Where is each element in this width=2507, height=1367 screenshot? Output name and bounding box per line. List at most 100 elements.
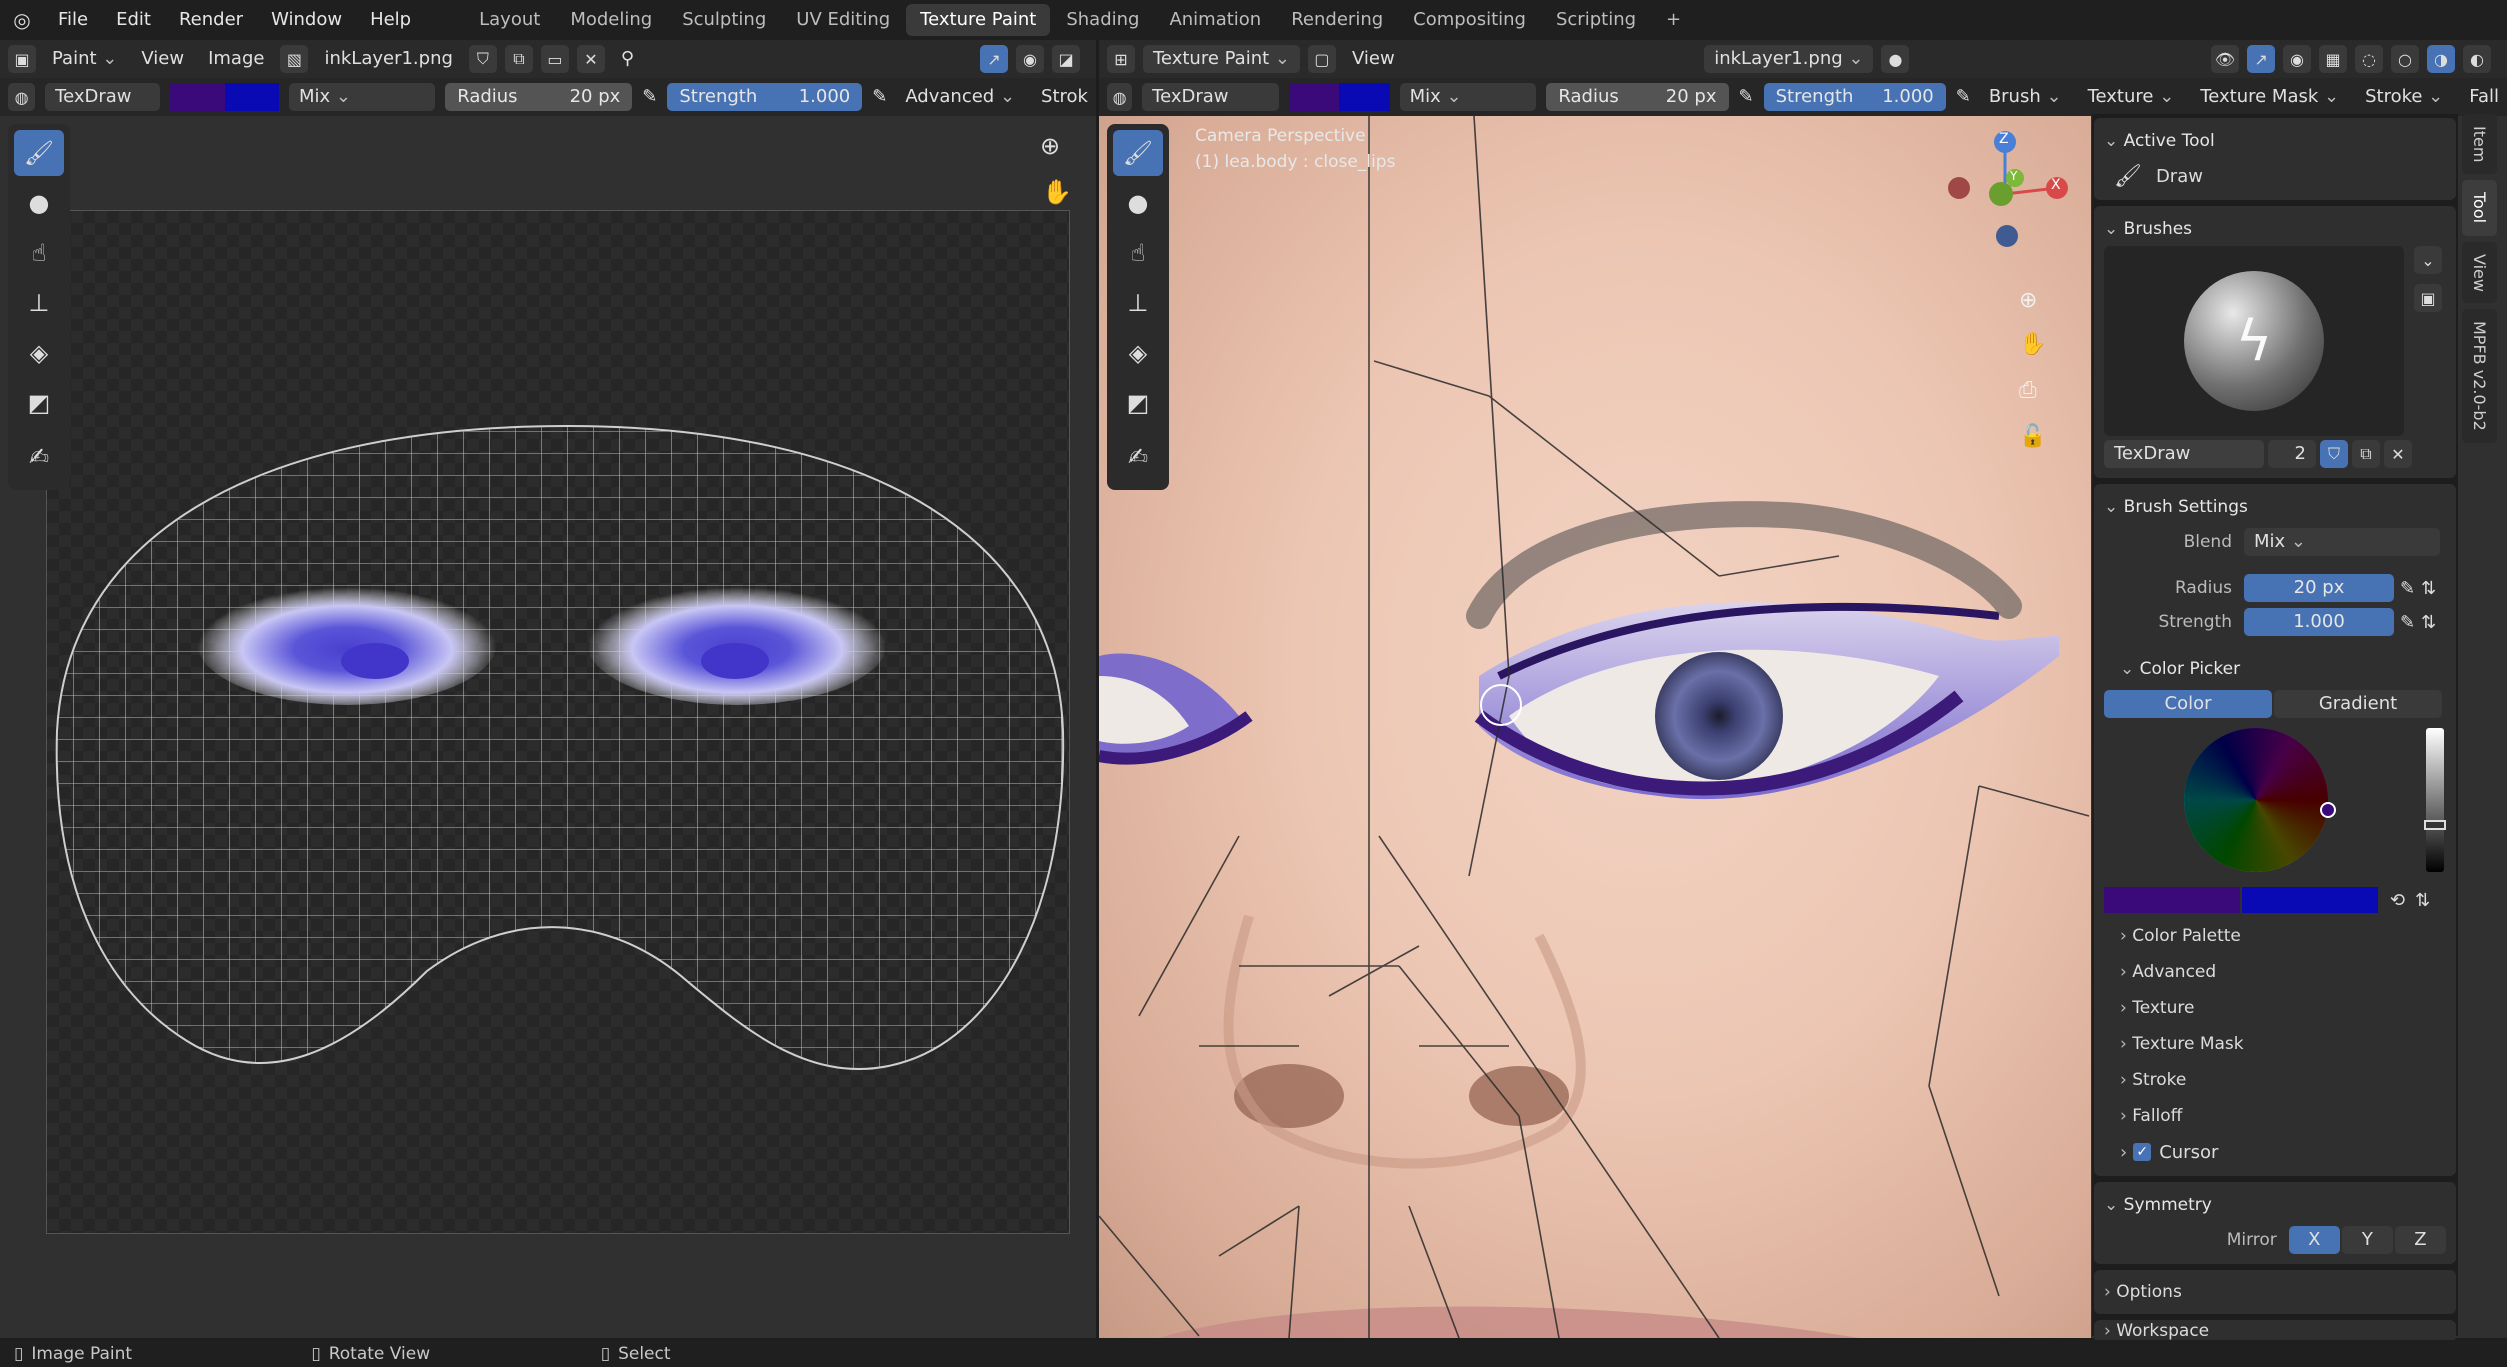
vp-radius-pressure-icon[interactable]: ✎: [1739, 83, 1754, 111]
sidebar-strength-field[interactable]: 1.000: [2244, 608, 2394, 636]
cursor-expand-icon[interactable]: ›: [2120, 1142, 2127, 1163]
vp-camera-icon[interactable]: ⎙: [2019, 378, 2037, 403]
tab-scripting[interactable]: Scripting: [1542, 4, 1650, 36]
vp-clone-stamp-icon[interactable]: ⊥: [1113, 280, 1163, 326]
uv-canvas[interactable]: [46, 210, 1070, 1234]
menu-edit[interactable]: Edit: [102, 0, 165, 40]
value-slider[interactable]: [2424, 728, 2446, 872]
strength-field[interactable]: Strength 1.000: [667, 83, 863, 111]
soften-icon[interactable]: ●: [14, 180, 64, 226]
vp-brush-menu[interactable]: Brush: [1981, 83, 2070, 111]
brush-fake-user-icon[interactable]: ⛉: [2320, 440, 2348, 468]
menu-window[interactable]: Window: [257, 0, 356, 40]
mode-dropdown[interactable]: Paint: [44, 45, 125, 73]
menu-help[interactable]: Help: [356, 0, 425, 40]
active-tool-title[interactable]: Active Tool: [2104, 124, 2446, 158]
sidebar-strength-unit-icon[interactable]: ⇅: [2421, 612, 2436, 633]
view-lock-icon[interactable]: ▢: [1307, 45, 1336, 73]
sidebar-tab-item[interactable]: Item: [2462, 114, 2497, 175]
sidebar-tab-tool[interactable]: Tool: [2462, 180, 2497, 236]
brush-selector[interactable]: TexDraw: [45, 83, 161, 111]
clone-stamp-icon[interactable]: ⊥: [14, 280, 64, 326]
tab-layout[interactable]: Layout: [465, 4, 554, 36]
image-name-field[interactable]: inkLayer1.png: [316, 45, 460, 73]
sidebar-tab-mpfb[interactable]: MPFB v2.0-b2: [2462, 309, 2497, 444]
editor-type-icon[interactable]: ▣: [8, 45, 36, 73]
secondary-color-swatch[interactable]: [224, 83, 280, 111]
vp-texture-menu[interactable]: Texture: [2080, 83, 2183, 111]
brush-name-field[interactable]: TexDraw: [2104, 440, 2264, 468]
vp-annotate-icon[interactable]: ✍: [1113, 434, 1163, 480]
subpanel-texture[interactable]: Texture: [2104, 990, 2446, 1026]
vp-lock-icon[interactable]: 🔓: [2019, 424, 2046, 449]
gizmo-icon[interactable]: ↗: [2247, 45, 2276, 73]
image-browse-icon[interactable]: ▧: [280, 45, 309, 73]
primary-color-swatch[interactable]: [170, 83, 225, 111]
annotate-icon[interactable]: ✍: [14, 434, 64, 480]
tab-texture-paint[interactable]: Texture Paint: [906, 4, 1051, 36]
color-picker-title[interactable]: Color Picker: [2104, 652, 2446, 686]
sidebar-radius-unit-icon[interactable]: ⇅: [2421, 578, 2436, 599]
brush-settings-title[interactable]: Brush Settings: [2104, 490, 2446, 524]
sidebar-radius-field[interactable]: 20 px: [2244, 574, 2394, 602]
viewport-mode-dropdown[interactable]: Texture Paint: [1143, 45, 1300, 73]
radius-pressure-icon[interactable]: ✎: [642, 83, 657, 111]
vp-secondary-color-swatch[interactable]: [1339, 83, 1390, 111]
color-wheel[interactable]: [2184, 728, 2336, 872]
sidebar-blend-dropdown[interactable]: Mix: [2244, 528, 2440, 556]
mask-icon[interactable]: ◩: [14, 380, 64, 426]
brush-preview-icon[interactable]: ◍: [8, 83, 36, 111]
fill-bucket-icon[interactable]: ◈: [14, 330, 64, 376]
menu-render[interactable]: Render: [165, 0, 257, 40]
strength-pressure-icon[interactable]: ✎: [872, 83, 887, 111]
brush-unlink-icon[interactable]: ✕: [2384, 440, 2412, 468]
canvas-image-dropdown[interactable]: inkLayer1.png: [1704, 45, 1874, 73]
symmetry-title[interactable]: Symmetry: [2104, 1188, 2446, 1222]
navigation-gizmo[interactable]: Z Y X: [1939, 116, 2089, 296]
vp-zoom-icon[interactable]: ⊕: [2019, 288, 2037, 313]
tab-shading[interactable]: Shading: [1052, 4, 1153, 36]
sidebar-tab-view[interactable]: View: [2462, 241, 2497, 304]
vp-pan-hand-icon[interactable]: ✋: [2019, 332, 2046, 357]
subpanel-texture-mask[interactable]: Texture Mask: [2104, 1026, 2446, 1062]
brush-list-expand-icon[interactable]: ⌄: [2414, 246, 2442, 274]
open-folder-icon[interactable]: ▭: [540, 45, 569, 73]
sidebar-radius-pressure-icon[interactable]: ✎: [2400, 578, 2415, 599]
unlink-close-icon[interactable]: ✕: [576, 45, 605, 73]
brush-image-icon[interactable]: ▣: [2414, 284, 2442, 312]
subpanel-stroke[interactable]: Stroke: [2104, 1062, 2446, 1098]
pan-hand-icon[interactable]: ✋: [1042, 178, 1072, 206]
sidebar-strength-pressure-icon[interactable]: ✎: [2400, 612, 2415, 633]
visibility-icon[interactable]: 👁: [2211, 45, 2240, 73]
rendered-shading-icon[interactable]: ◐: [2463, 45, 2492, 73]
vp-strength-pressure-icon[interactable]: ✎: [1956, 83, 1971, 111]
subpanel-color-palette[interactable]: Color Palette: [2104, 918, 2446, 954]
vp-radius-field[interactable]: Radius 20 px: [1546, 83, 1729, 111]
vp-falloff-menu[interactable]: Fall: [2461, 83, 2507, 111]
xray-icon[interactable]: ▦: [2319, 45, 2348, 73]
vp-blend-mode-dropdown[interactable]: Mix: [1399, 83, 1537, 111]
shading-type-icon[interactable]: ●: [1881, 45, 1910, 73]
viewport-canvas[interactable]: Camera Perspective (1) lea.body : close_…: [1099, 116, 2091, 1338]
vp-fill-bucket-icon[interactable]: ◈: [1113, 330, 1163, 376]
vp-soften-icon[interactable]: ●: [1113, 180, 1163, 226]
options-title[interactable]: Options: [2104, 1274, 2446, 1310]
advanced-dropdown[interactable]: Advanced: [897, 83, 1023, 111]
tab-animation[interactable]: Animation: [1155, 4, 1275, 36]
material-shading-icon[interactable]: ◑: [2427, 45, 2456, 73]
color-tab[interactable]: Color: [2104, 690, 2272, 718]
swap-colors-icon[interactable]: ⟲: [2390, 890, 2405, 911]
display-channels-icon[interactable]: ◪: [1052, 45, 1080, 73]
radius-field[interactable]: Radius 20 px: [445, 83, 633, 111]
cursor-checkbox[interactable]: ✓: [2133, 1143, 2152, 1161]
tab-uv-editing[interactable]: UV Editing: [782, 4, 904, 36]
zoom-icon[interactable]: ⊕: [1040, 132, 1060, 160]
sidebar-primary-color[interactable]: [2104, 887, 2240, 913]
color-unit-icon[interactable]: ⇅: [2415, 890, 2430, 911]
vp-stroke-menu[interactable]: Stroke: [2357, 83, 2451, 111]
fake-user-shield-icon[interactable]: ⛉: [468, 45, 497, 73]
gizmo-toggle-icon[interactable]: ◉: [1016, 45, 1044, 73]
brush-duplicate-icon[interactable]: ⧉: [2352, 440, 2380, 468]
sidebar-secondary-color[interactable]: [2242, 887, 2378, 913]
stroke-dropdown[interactable]: Strok: [1033, 83, 1096, 111]
